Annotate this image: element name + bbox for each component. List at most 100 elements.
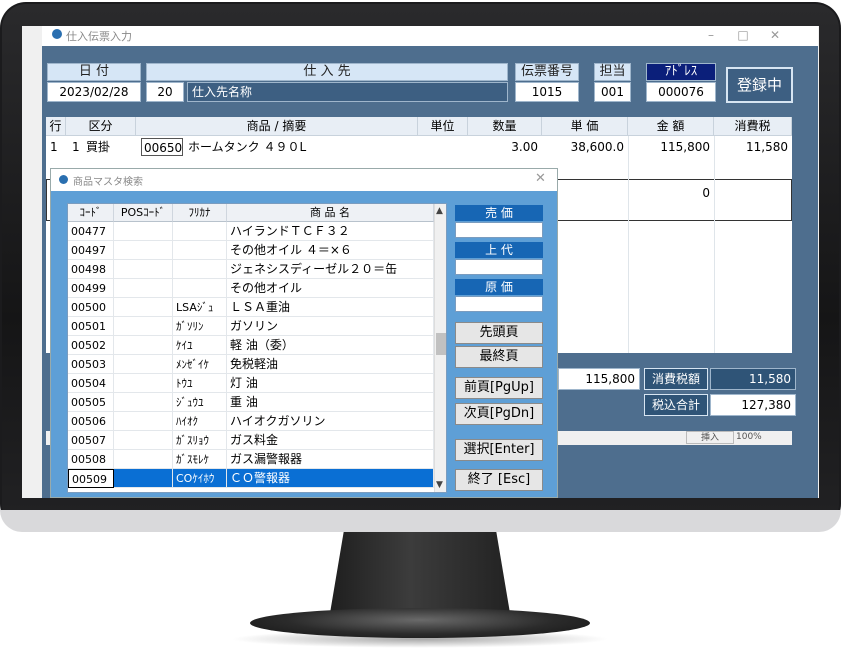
product-cell-pos <box>114 374 173 393</box>
product-cell-kana <box>173 241 227 260</box>
col-header-name[interactable]: 商 品 名 <box>227 204 434 222</box>
product-cell-code: 00507 <box>68 431 114 450</box>
subtotal-field: 115,800 <box>558 368 640 390</box>
product-cell-kana: ｹｲﾕ <box>173 336 227 355</box>
cost-price-label: 原 価 <box>455 279 543 295</box>
screen: 仕入伝票入力 – □ ✕ 日 付 仕 入 先 伝票番号 担当 ｱﾄﾞﾚｽ 202… <box>22 26 819 498</box>
slip-number-field[interactable]: 1015 <box>515 82 579 102</box>
product-cell-name: 軽 油（委） <box>227 336 434 355</box>
address-label: ｱﾄﾞﾚｽ <box>646 63 716 81</box>
product-cell-kana: COｹｲﾎｳ <box>173 469 227 488</box>
product-row[interactable]: 00508 ｶﾞｽﾓﾚｹ ガス漏警報器 <box>68 450 434 469</box>
grid-col-divider <box>714 136 715 353</box>
product-row[interactable]: 00498 ジェネシスディーゼル２０＝缶 <box>68 260 434 279</box>
product-cell-name: その他オイル <box>227 279 434 298</box>
row1-price[interactable]: 38,600.0 <box>542 137 624 157</box>
total-field: 127,380 <box>710 394 796 416</box>
total-label: 税込合計 <box>644 394 708 416</box>
close-button[interactable]: ✕ <box>762 26 788 44</box>
zoom-level: 100% <box>736 432 762 442</box>
product-cell-name: ジェネシスディーゼル２０＝缶 <box>227 260 434 279</box>
product-cell-pos <box>114 412 173 431</box>
product-cell-code: 00506 <box>68 412 114 431</box>
maximize-button[interactable]: □ <box>730 26 756 44</box>
product-row[interactable]: 00497 その他オイル ４＝×６ <box>68 241 434 260</box>
product-cell-code: 00503 <box>68 355 114 374</box>
product-table: ｺｰﾄﾞ POSｺｰﾄﾞ ﾌﾘｶﾅ 商 品 名 00477 ハイランドＴＣＦ３２ 0… <box>67 203 447 493</box>
selling-price-label: 売 価 <box>455 205 543 221</box>
insert-mode-indicator: 挿入 <box>686 431 734 444</box>
product-cell-name: ガス漏警報器 <box>227 450 434 469</box>
product-cell-name: その他オイル ４＝×６ <box>227 241 434 260</box>
grid-header-amount: 金 額 <box>628 117 714 136</box>
product-cell-pos <box>114 431 173 450</box>
col-header-pos[interactable]: POSｺｰﾄﾞ <box>114 204 173 222</box>
scroll-up-icon[interactable]: ▲ <box>436 206 443 216</box>
product-cell-pos <box>114 450 173 469</box>
product-cell-code: 00497 <box>68 241 114 260</box>
product-row[interactable]: 00501 ｶﾞｿﾘﾝ ガソリン <box>68 317 434 336</box>
product-row[interactable]: 00504 ﾄｳﾕ灯 油 <box>68 374 434 393</box>
tax-amount-label: 消費税額 <box>644 368 708 390</box>
product-row[interactable]: 00506 ﾊｲｵｸ ハイオクガソリン <box>68 412 434 431</box>
product-cell-kana: LSAｼﾞｭ <box>173 298 227 317</box>
grid-header-kubun: 区分 <box>66 117 136 136</box>
product-cell-kana: ｶﾞｽﾓﾚｹ <box>173 450 227 469</box>
monitor-stand-base <box>250 608 590 638</box>
product-row[interactable]: 00477 ハイランドＴＣＦ３２ <box>68 222 434 241</box>
row1-kubun-code[interactable]: 1 <box>72 137 80 157</box>
product-rows: 00477 ハイランドＴＣＦ３２ 00497 その他オイル ４＝×６ 00498 ジェネシ… <box>68 222 434 492</box>
col-header-code[interactable]: ｺｰﾄﾞ <box>68 204 114 222</box>
product-cell-name: ガソリン <box>227 317 434 336</box>
product-cell-name: ガス料金 <box>227 431 434 450</box>
grid-header-unit: 単位 <box>418 117 468 136</box>
product-row[interactable]: 00499 その他オイル <box>68 279 434 298</box>
product-cell-kana: ｶﾞｿﾘﾝ <box>173 317 227 336</box>
scroll-down-icon[interactable]: ▼ <box>436 480 443 490</box>
tax-amount-field: 11,580 <box>710 368 796 390</box>
dialog-close-button[interactable]: ✕ <box>535 171 546 186</box>
selling-price-field <box>455 222 543 238</box>
supplier-code-field[interactable]: 20 <box>146 82 184 102</box>
prev-page-button[interactable]: 前頁[PgUp] <box>455 377 543 399</box>
next-page-button[interactable]: 次頁[PgDn] <box>455 403 543 425</box>
register-status-button[interactable]: 登録中 <box>726 67 793 103</box>
col-header-kana[interactable]: ﾌﾘｶﾅ <box>173 204 227 222</box>
product-cell-kana <box>173 260 227 279</box>
product-cell-name: 免税軽油 <box>227 355 434 374</box>
product-cell-pos <box>114 222 173 241</box>
exit-button[interactable]: 終了 [Esc] <box>455 469 543 491</box>
product-cell-kana <box>173 222 227 241</box>
product-row[interactable]: 00503 ﾒﾝｾﾞｲｹ 免税軽油 <box>68 355 434 374</box>
last-page-button[interactable]: 最終頁 <box>455 346 543 368</box>
product-row[interactable]: 00509 COｹｲﾎｳ ＣＯ警報器 <box>68 469 434 488</box>
product-cell-code: 00499 <box>68 279 114 298</box>
row1-product-code[interactable]: 00650 <box>141 138 183 156</box>
staff-field[interactable]: 001 <box>594 82 631 102</box>
address-field[interactable]: 000076 <box>646 82 716 102</box>
product-cell-pos <box>114 336 173 355</box>
grid-header-qty: 数量 <box>468 117 542 136</box>
product-cell-name: ＬＳＡ重油 <box>227 298 434 317</box>
grid-header-product: 商品 / 摘要 <box>136 117 418 136</box>
monitor-chin <box>0 510 841 532</box>
minimize-button[interactable]: – <box>698 26 724 44</box>
row1-qty[interactable]: 3.00 <box>468 137 538 157</box>
product-row[interactable]: 00500 LSAｼﾞｭ ＬＳＡ重油 <box>68 298 434 317</box>
product-cell-pos <box>114 355 173 374</box>
select-button[interactable]: 選択[Enter] <box>455 439 543 461</box>
row1-amount: 115,800 <box>660 140 710 154</box>
product-row[interactable]: 00505 ｼﾞｭｳﾕ重 油 <box>68 393 434 412</box>
product-row[interactable]: 00507 ｶﾞｽﾘｮｳ ガス料金 <box>68 431 434 450</box>
date-field[interactable]: 2023/02/28 <box>47 82 141 102</box>
first-page-button[interactable]: 先頭頁 <box>455 322 543 344</box>
app-icon <box>52 29 62 39</box>
supplier-name-field: 仕入先名称 <box>187 82 508 102</box>
list-price-label: 上 代 <box>455 242 543 258</box>
scrollbar-thumb[interactable] <box>436 333 446 355</box>
row1-line: 1 <box>50 140 58 154</box>
row1-product-name[interactable]: ホームタンク ４９０L <box>188 137 306 157</box>
dialog-icon <box>59 175 68 184</box>
product-cell-code: 00505 <box>68 393 114 412</box>
product-row[interactable]: 00502 ｹｲﾕ軽 油（委） <box>68 336 434 355</box>
